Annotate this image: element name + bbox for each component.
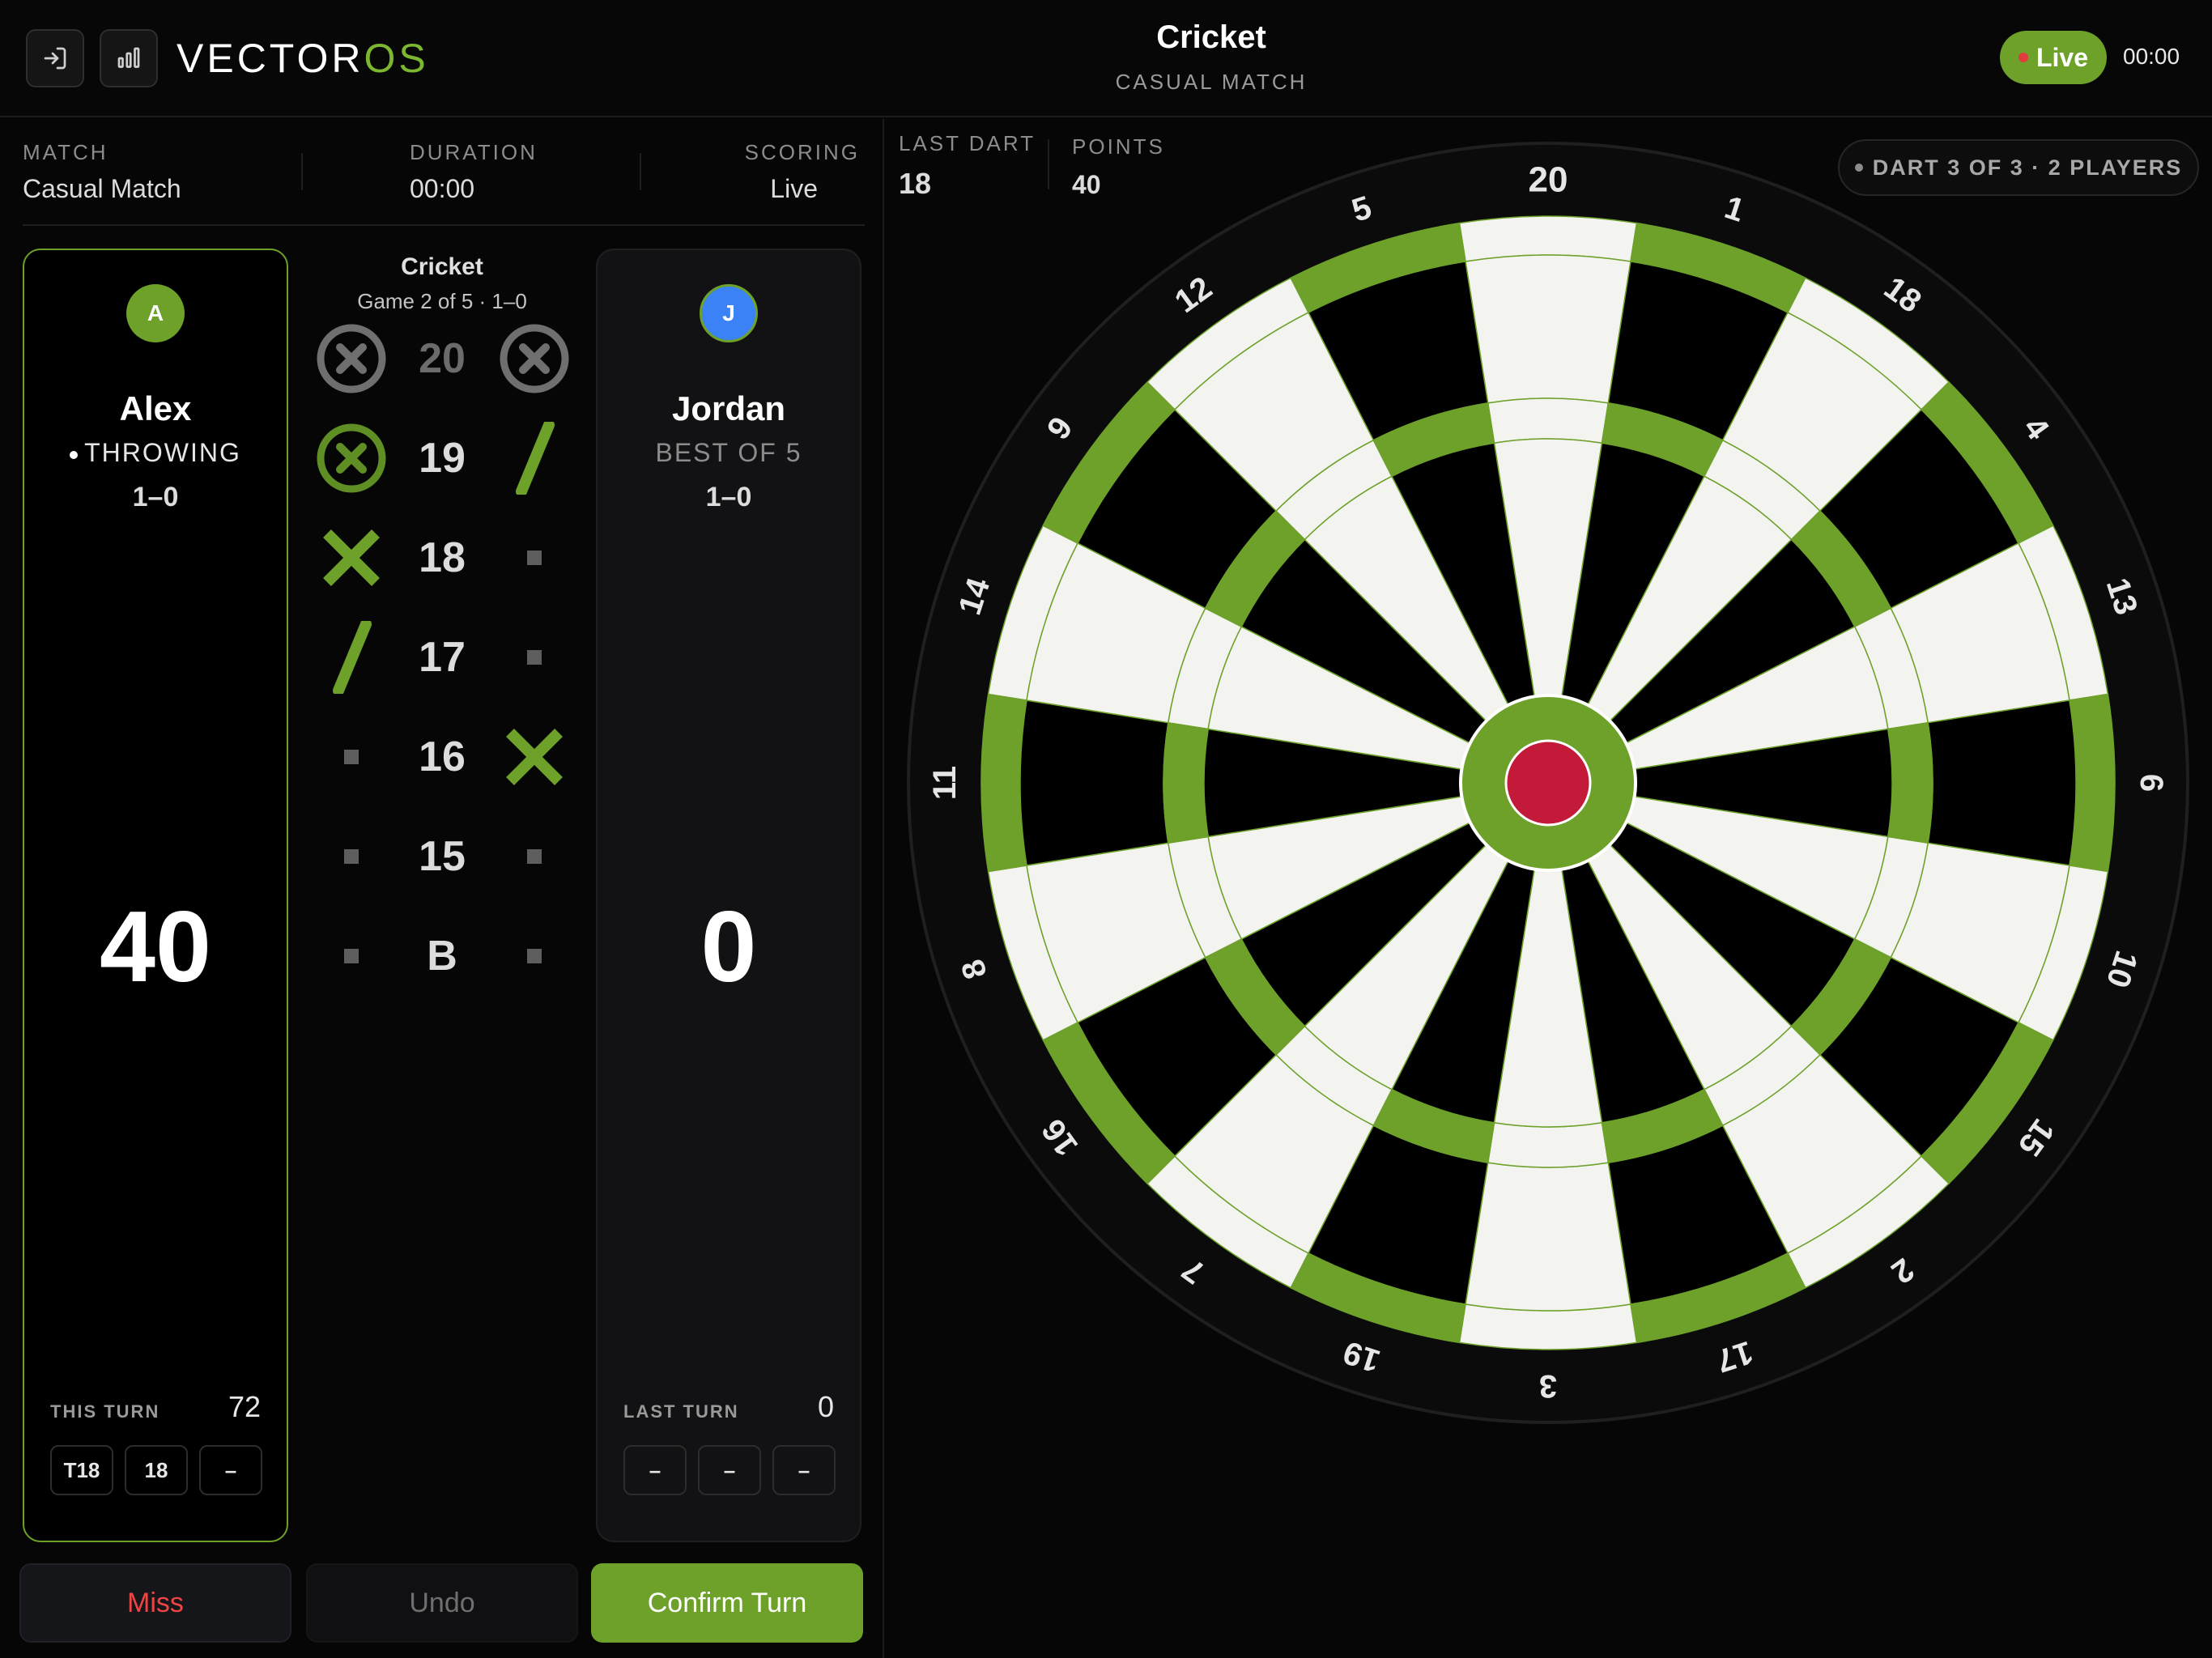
player-record: 1–0 [705, 482, 752, 512]
no-mark-icon [494, 916, 575, 997]
top-bar: VECTOROS Cricket CASUAL MATCH Live 00:00 [0, 0, 2212, 117]
turn-label: LAST TURN [623, 1401, 739, 1422]
triple-11[interactable] [1163, 721, 1210, 844]
outer-single-11[interactable] [1019, 699, 1169, 866]
player-score: 0 [700, 891, 757, 1003]
cricket-number: 19 [419, 435, 466, 482]
one-mark-icon [311, 617, 392, 698]
outer-single-6[interactable] [1927, 699, 2077, 866]
closed-mark-icon [494, 318, 575, 399]
cricket-row: 17 [300, 617, 585, 698]
triple-6[interactable] [1887, 721, 1933, 844]
dart-slot-1[interactable]: T18 [50, 1445, 113, 1495]
stat-scoring-label: SCORING [744, 140, 860, 164]
closed-mark-icon [311, 318, 392, 399]
stat-scoring-value: Live [770, 174, 818, 203]
two-marks-icon [311, 517, 392, 598]
two-marks-icon [494, 716, 575, 797]
dartboard[interactable]: 2011841361015217319716811149125 [884, 119, 2212, 1447]
board-number-label: 3 [1539, 1368, 1557, 1404]
cricket-row: 19 [300, 418, 585, 499]
miss-button[interactable]: Miss [19, 1563, 291, 1643]
live-badge: Live [2000, 31, 2107, 84]
live-dot-icon [2018, 53, 2028, 62]
cricket-number: 17 [419, 634, 466, 681]
undo-button[interactable]: Undo [306, 1563, 578, 1643]
board-number-label: 6 [2133, 774, 2169, 792]
dart-slots: – – – [623, 1445, 836, 1495]
turn-label: THIS TURN [50, 1401, 160, 1422]
header-timer: 00:00 [2123, 44, 2180, 69]
avatar: A [126, 284, 185, 342]
stats-divider [23, 224, 865, 226]
dart-slot-3[interactable]: – [772, 1445, 836, 1495]
no-mark-icon [494, 617, 575, 698]
player-status: BEST OF 5 [655, 438, 802, 467]
stat-divider [301, 153, 303, 190]
cricket-row: B [300, 916, 585, 997]
player-name: Alex [119, 389, 192, 427]
turn-total: 72 [228, 1390, 261, 1423]
stat-duration-value: 00:00 [410, 174, 475, 203]
board-number-label: 11 [927, 766, 963, 800]
throwing-dot-icon [70, 450, 79, 459]
no-mark-icon [311, 916, 392, 997]
player-score: 40 [100, 891, 211, 1003]
cricket-number: 18 [419, 534, 466, 581]
exit-button[interactable] [26, 29, 84, 87]
player-record: 1–0 [132, 482, 179, 512]
confirm-turn-button[interactable]: Confirm Turn [591, 1563, 863, 1643]
game-title: Cricket [1156, 19, 1266, 55]
one-mark-icon [494, 418, 575, 499]
scoring-panel: MATCH Casual Match DURATION 00:00 SCORIN… [0, 119, 883, 1658]
outer-single-3[interactable] [1465, 1162, 1631, 1312]
triple-3[interactable] [1487, 1121, 1610, 1168]
cricket-number: 16 [419, 733, 466, 780]
stat-match-value: Casual Match [23, 174, 181, 203]
cricket-row: 20 [300, 318, 585, 399]
outer-single-20[interactable] [1465, 254, 1631, 404]
no-mark-icon [494, 517, 575, 598]
no-mark-icon [311, 716, 392, 797]
dart-slot-1[interactable]: – [623, 1445, 687, 1495]
closed-mark-icon [311, 418, 392, 499]
triple-20[interactable] [1487, 397, 1610, 444]
cricket-number: 15 [419, 833, 466, 880]
turn-total: 0 [817, 1390, 834, 1423]
brand-logo: VECTOROS [177, 36, 429, 81]
player-name: Jordan [671, 389, 786, 427]
stat-divider [640, 153, 641, 190]
cricket-row: 15 [300, 816, 585, 897]
no-mark-icon [311, 816, 392, 897]
dart-slot-3[interactable]: – [199, 1445, 262, 1495]
avatar: J [700, 284, 758, 342]
bar-chart-icon [117, 47, 140, 68]
bullseye [1504, 739, 1592, 827]
dart-slot-2[interactable]: – [698, 1445, 761, 1495]
no-mark-icon [494, 816, 575, 897]
exit-icon [44, 47, 66, 70]
board-number-label: 20 [1529, 160, 1568, 200]
game-subtitle: CASUAL MATCH [1115, 70, 1308, 94]
stat-duration-label: DURATION [410, 140, 538, 164]
dart-slot-2[interactable]: 18 [125, 1445, 188, 1495]
cricket-number: B [427, 933, 457, 980]
cricket-row: 18 [300, 517, 585, 598]
cricket-number: 20 [419, 335, 466, 382]
stat-match-label: MATCH [23, 140, 108, 164]
player-card-alex[interactable]: A Alex THROWING 1–0 40 THIS TURN 72 T18 … [23, 249, 288, 1542]
player-card-jordan[interactable]: J Jordan BEST OF 5 1–0 0 LAST TURN 0 – –… [596, 249, 861, 1542]
cricket-title: Cricket [401, 253, 483, 280]
stats-button[interactable] [100, 29, 158, 87]
cricket-row: 16 [300, 716, 585, 797]
dart-slots: T18 18 – [50, 1445, 262, 1495]
cricket-subtitle: Game 2 of 5 · 1–0 [357, 289, 527, 313]
player-status: THROWING [24, 438, 287, 468]
